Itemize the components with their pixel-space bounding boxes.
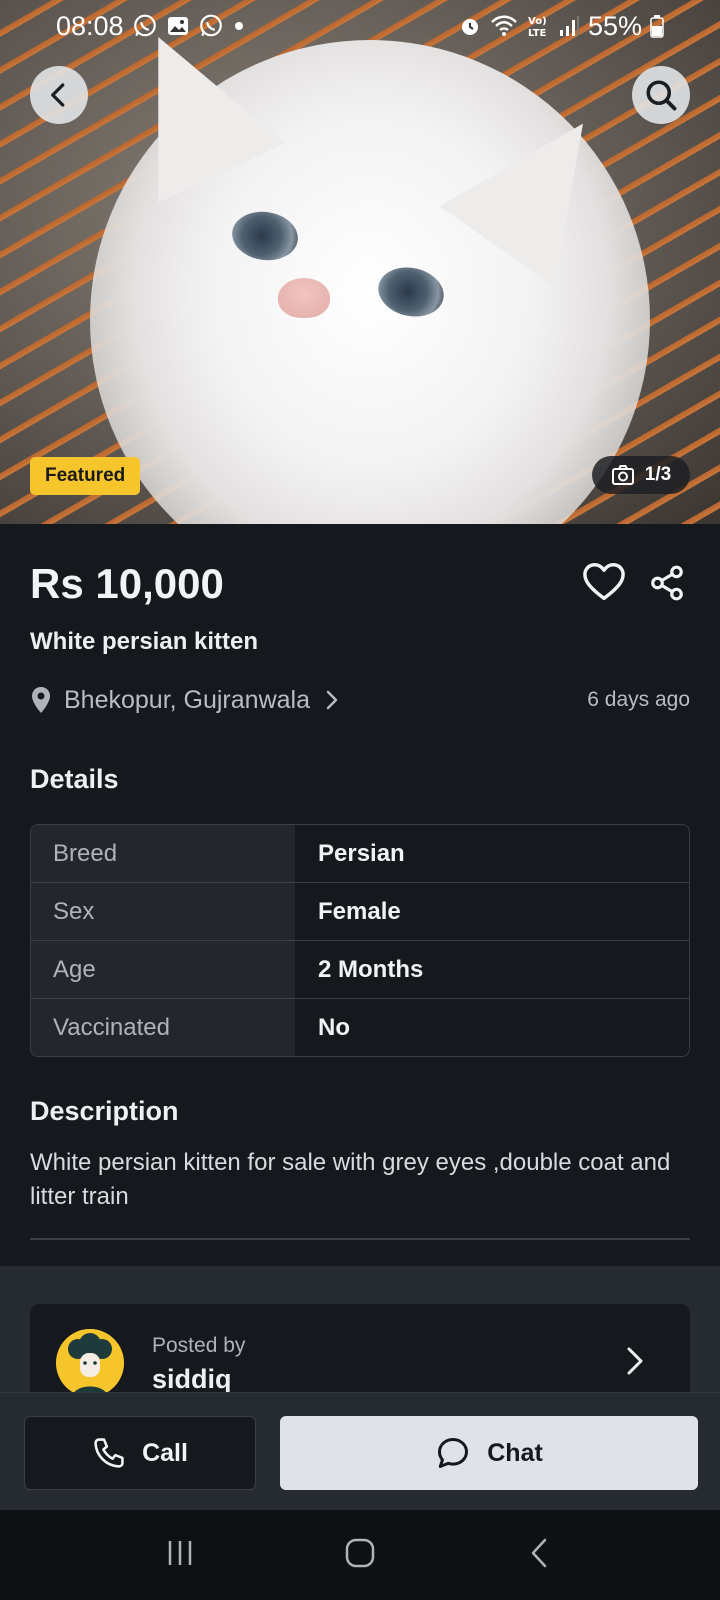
posted-by-label: Posted by [152, 1334, 246, 1357]
call-label: Call [142, 1438, 188, 1467]
details-row: Breed Persian [31, 825, 689, 883]
chat-button[interactable]: Chat [280, 1416, 698, 1490]
share-button[interactable] [648, 564, 686, 607]
search-icon [646, 80, 677, 111]
seller-chevron [624, 1344, 646, 1383]
seller-name: siddiq [152, 1364, 232, 1394]
wifi-icon [490, 14, 518, 38]
details-table: Breed Persian Sex Female Age 2 Months Va… [30, 824, 690, 1057]
listing-title: White persian kitten [30, 628, 259, 655]
gallery-icon [166, 14, 190, 38]
details-row: Vaccinated No [31, 999, 689, 1056]
chat-bubble-icon [438, 1438, 469, 1468]
volte-icon: Vo) LTE [526, 13, 550, 39]
details-value: No [318, 1013, 350, 1041]
phone-icon [94, 1438, 124, 1468]
featured-badge: Featured [30, 457, 141, 495]
details-heading: Details [30, 764, 119, 794]
chat-label: Chat [487, 1438, 543, 1467]
chevron-right-icon [326, 690, 338, 710]
details-row: Sex Female [31, 883, 689, 941]
camera-icon [611, 465, 634, 485]
description-text: White persian kitten for sale with grey … [30, 1149, 671, 1210]
details-key: Vaccinated [31, 999, 295, 1056]
call-button[interactable]: Call [24, 1416, 256, 1490]
details-key: Sex [31, 883, 295, 940]
location-text: Bhekopur, Gujranwala [64, 685, 310, 714]
alarm-icon [458, 14, 482, 38]
action-bar: Call Chat [0, 1392, 720, 1510]
clock: 08:08 [56, 10, 124, 41]
recent-apps-icon [168, 1540, 192, 1565]
details-key: Age [31, 941, 295, 998]
system-nav-bar [0, 1510, 720, 1600]
heart-icon [583, 563, 625, 601]
location-pin-icon [32, 687, 50, 713]
avatar [56, 1329, 124, 1397]
svg-text:LTE: LTE [528, 28, 547, 39]
system-back-button[interactable] [524, 1537, 556, 1574]
signal-icon [558, 14, 580, 38]
location-row: Bhekopur, Gujranwala 6 days ago [30, 680, 690, 720]
status-bar: 08:08 Vo) LTE 55% [0, 0, 720, 52]
share-icon [651, 565, 683, 601]
details-row: Age 2 Months [31, 941, 689, 999]
chevron-right-icon [627, 1347, 643, 1375]
seller-card[interactable]: Posted by siddiq [30, 1304, 690, 1404]
battery-percent: 55% [587, 10, 642, 41]
details-value: Persian [318, 839, 405, 867]
details-value: Female [318, 897, 401, 925]
home-button[interactable] [344, 1537, 376, 1574]
back-button[interactable] [30, 66, 88, 124]
image-counter: 1/3 [592, 456, 690, 494]
image-counter-text: 1/3 [644, 464, 672, 485]
location-link[interactable]: Bhekopur, Gujranwala [30, 686, 342, 715]
back-arrow-icon [531, 1538, 547, 1567]
posted-time: 6 days ago [587, 688, 690, 711]
details-key: Breed [31, 825, 295, 882]
dot-icon [232, 19, 246, 33]
divider [30, 1238, 690, 1240]
search-button[interactable] [632, 66, 690, 124]
svg-text:Vo): Vo) [528, 16, 547, 27]
price: Rs 10,000 [30, 560, 224, 607]
details-value: 2 Months [318, 955, 424, 983]
whatsapp-icon [132, 13, 158, 39]
favorite-button[interactable] [582, 562, 626, 607]
listing-photo[interactable]: Featured 1/3 [0, 0, 720, 524]
battery-icon [650, 14, 664, 38]
recent-apps-button[interactable] [164, 1537, 196, 1574]
description-heading: Description [30, 1096, 179, 1126]
chevron-left-icon [51, 83, 65, 107]
kitten-nose [278, 278, 330, 318]
home-icon [345, 1538, 375, 1567]
whatsapp-icon [198, 13, 224, 39]
